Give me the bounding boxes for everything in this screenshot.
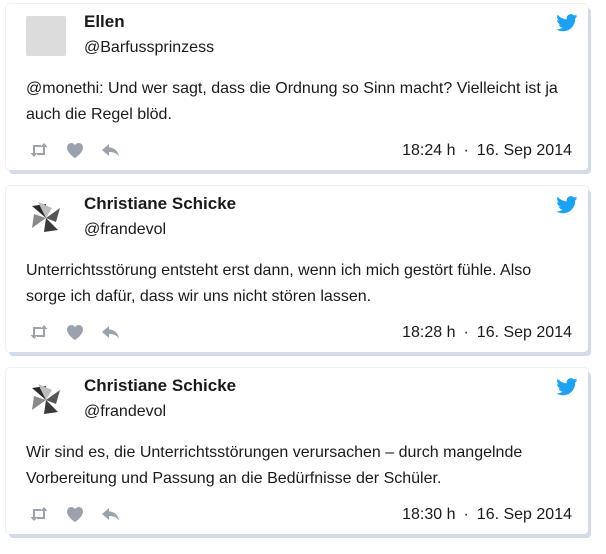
tweet-text: Wir sind es, die Unterrichtsstörungen ve… xyxy=(26,444,523,487)
separator-dot: · xyxy=(463,324,469,341)
like-heart-icon[interactable] xyxy=(64,505,86,523)
like-heart-icon[interactable] xyxy=(64,323,86,341)
tweet-date: 16. Sep 2014 xyxy=(476,324,572,341)
retweet-icon[interactable] xyxy=(28,141,50,159)
avatar[interactable] xyxy=(26,198,66,238)
author-handle[interactable]: @frandevol xyxy=(84,221,166,239)
tweet-text: Unterrichtsstörung entsteht erst dann, w… xyxy=(26,262,532,305)
tweet-actions xyxy=(28,140,136,160)
tweet-time: 18:30 h xyxy=(402,506,456,523)
tweet-actions xyxy=(28,322,136,342)
separator-dot: · xyxy=(463,142,469,159)
tweet-time: 18:24 h xyxy=(402,142,456,159)
tweet-timestamp[interactable]: 18:28 h · 16. Sep 2014 xyxy=(402,324,572,342)
avatar[interactable] xyxy=(26,380,66,420)
tweet-text: @monethi: Und wer sagt, dass die Ordnung… xyxy=(26,80,558,123)
twitter-bird-icon[interactable] xyxy=(556,378,578,396)
tweet-card: Ellen @Barfussprinzess @monethi: Und wer… xyxy=(6,4,588,170)
tweet-timestamp[interactable]: 18:24 h · 16. Sep 2014 xyxy=(402,142,572,160)
twitter-bird-icon[interactable] xyxy=(556,196,578,214)
avatar[interactable] xyxy=(26,16,66,56)
retweet-icon[interactable] xyxy=(28,505,50,523)
retweet-icon[interactable] xyxy=(28,323,50,341)
author-name[interactable]: Christiane Schicke xyxy=(84,376,236,396)
reply-icon[interactable] xyxy=(100,141,122,159)
tweet-actions xyxy=(28,504,136,524)
like-heart-icon[interactable] xyxy=(64,141,86,159)
tweet-card: Christiane Schicke @frandevol Unterricht… xyxy=(6,186,588,352)
author-name[interactable]: Christiane Schicke xyxy=(84,194,236,214)
reply-icon[interactable] xyxy=(100,323,122,341)
author-name[interactable]: Ellen xyxy=(84,12,125,32)
tweet-card: Christiane Schicke @frandevol Wir sind e… xyxy=(6,368,588,534)
tweet-date: 16. Sep 2014 xyxy=(476,506,572,523)
author-handle[interactable]: @Barfussprinzess xyxy=(84,39,214,57)
tweet-feed: Ellen @Barfussprinzess @monethi: Und wer… xyxy=(0,0,606,554)
tweet-date: 16. Sep 2014 xyxy=(476,142,572,159)
separator-dot: · xyxy=(463,506,469,523)
twitter-bird-icon[interactable] xyxy=(556,14,578,32)
tweet-timestamp[interactable]: 18:30 h · 16. Sep 2014 xyxy=(402,506,572,524)
author-handle[interactable]: @frandevol xyxy=(84,403,166,421)
tweet-time: 18:28 h xyxy=(402,324,456,341)
reply-icon[interactable] xyxy=(100,505,122,523)
